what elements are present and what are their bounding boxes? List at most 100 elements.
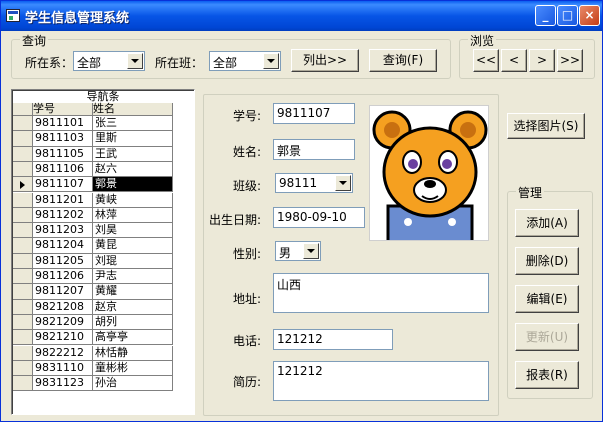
cell-student-id[interactable]: 9811101 xyxy=(33,116,93,132)
table-row[interactable]: 9821209 胡列 xyxy=(13,314,193,331)
cell-student-id[interactable]: 9811207 xyxy=(33,284,93,300)
cell-student-name[interactable]: 童彬彬 xyxy=(93,360,173,377)
cell-student-name[interactable]: 黄昆 xyxy=(93,238,173,254)
table-row[interactable]: 9811203 刘昊 xyxy=(13,223,193,239)
cell-student-name[interactable]: 刘昊 xyxy=(93,223,173,239)
table-row[interactable]: 9811107 郭景 xyxy=(13,177,193,193)
cell-student-name[interactable]: 黄耀 xyxy=(93,284,173,300)
cell-student-id[interactable]: 9811107 xyxy=(33,177,93,193)
table-row[interactable]: 9822212 林恬静 xyxy=(13,345,193,361)
cell-student-id[interactable]: 9811201 xyxy=(33,192,93,208)
row-selector[interactable] xyxy=(13,177,33,193)
update-button[interactable]: 更新(U) xyxy=(515,323,579,351)
cell-student-id[interactable]: 9821209 xyxy=(33,314,93,331)
cell-student-name[interactable]: 赵京 xyxy=(93,299,173,315)
row-selector[interactable] xyxy=(13,192,33,208)
cell-student-id[interactable]: 9811105 xyxy=(33,146,93,162)
select-photo-button[interactable]: 选择图片(S) xyxy=(507,113,585,139)
name-field[interactable]: 郭景 xyxy=(273,139,355,160)
list-button[interactable]: 列出>> xyxy=(291,49,359,72)
row-selector[interactable] xyxy=(13,314,33,331)
query-button[interactable]: 查询(F) xyxy=(369,49,437,72)
cell-student-name[interactable]: 林萍 xyxy=(93,207,173,224)
cell-student-id[interactable]: 9822212 xyxy=(33,345,93,361)
birth-field[interactable]: 1980-09-10 xyxy=(273,207,365,228)
row-selector[interactable] xyxy=(13,116,33,132)
table-row[interactable]: 9811206 尹志 xyxy=(13,269,193,285)
cell-student-id[interactable]: 9831123 xyxy=(33,376,93,392)
cell-student-id[interactable]: 9811203 xyxy=(33,223,93,239)
prev-record-button[interactable]: < xyxy=(501,49,527,72)
cell-student-name[interactable]: 王武 xyxy=(93,146,173,162)
cell-student-id[interactable]: 9821208 xyxy=(33,299,93,315)
table-row[interactable]: 9811105 王武 xyxy=(13,146,193,162)
last-record-button[interactable]: >> xyxy=(557,49,583,72)
row-selector[interactable] xyxy=(13,376,33,392)
cell-student-name[interactable]: 高亭亭 xyxy=(93,330,173,346)
table-row[interactable]: 9811205 刘琨 xyxy=(13,253,193,269)
table-row[interactable]: 9811202 林萍 xyxy=(13,207,193,224)
table-row[interactable]: 9811207 黄耀 xyxy=(13,284,193,300)
row-selector[interactable] xyxy=(13,161,33,178)
cell-student-name[interactable]: 胡列 xyxy=(93,314,173,331)
close-button[interactable]: × xyxy=(579,5,600,26)
cell-student-id[interactable]: 9811206 xyxy=(33,269,93,285)
address-field[interactable]: 山西 xyxy=(273,273,489,313)
cell-student-id[interactable]: 9821210 xyxy=(33,330,93,346)
next-record-button[interactable]: > xyxy=(529,49,555,72)
table-row[interactable]: 9831123 孙治 xyxy=(13,376,193,392)
nav-grid[interactable]: 导航条 学号 姓名 9811101 张三 9811103 里斯 9811105 王武 981… xyxy=(11,89,195,415)
cell-student-name[interactable]: 林恬静 xyxy=(93,345,173,361)
row-selector[interactable] xyxy=(13,146,33,162)
resume-field[interactable]: 121212 xyxy=(273,361,489,401)
table-row[interactable]: 9821208 赵京 xyxy=(13,299,193,315)
chevron-down-icon[interactable] xyxy=(263,53,279,69)
cell-student-name[interactable]: 郭景 xyxy=(93,177,173,193)
row-selector[interactable] xyxy=(13,131,33,147)
grid-header-name[interactable]: 姓名 xyxy=(93,103,173,116)
cell-student-name[interactable]: 尹志 xyxy=(93,269,173,285)
row-selector[interactable] xyxy=(13,284,33,300)
row-selector[interactable] xyxy=(13,299,33,315)
dept-select[interactable]: 全部 xyxy=(73,51,145,71)
title-bar[interactable]: 学生信息管理系统 _ □ × xyxy=(1,1,602,31)
add-button[interactable]: 添加(A) xyxy=(515,209,579,237)
app-icon[interactable] xyxy=(6,9,20,22)
row-selector[interactable] xyxy=(13,223,33,239)
table-row[interactable]: 9811103 里斯 xyxy=(13,131,193,147)
table-row[interactable]: 9811204 黄昆 xyxy=(13,238,193,254)
minimize-button[interactable]: _ xyxy=(535,5,556,26)
cell-student-name[interactable]: 张三 xyxy=(93,116,173,132)
report-button[interactable]: 报表(R) xyxy=(515,361,579,389)
chevron-down-icon[interactable] xyxy=(335,175,351,191)
table-row[interactable]: 9821210 高亭亭 xyxy=(13,330,193,346)
grid-header-id[interactable]: 学号 xyxy=(33,103,93,116)
delete-button[interactable]: 删除(D) xyxy=(515,247,579,275)
first-record-button[interactable]: << xyxy=(473,49,499,72)
row-selector[interactable] xyxy=(13,238,33,254)
cell-student-name[interactable]: 里斯 xyxy=(93,131,173,147)
maximize-button[interactable]: □ xyxy=(557,5,578,26)
class-filter-select[interactable]: 全部 xyxy=(209,51,281,71)
cell-student-id[interactable]: 9811103 xyxy=(33,131,93,147)
table-row[interactable]: 9811101 张三 xyxy=(13,116,193,132)
row-selector[interactable] xyxy=(13,330,33,346)
cell-student-name[interactable]: 孙治 xyxy=(93,376,173,392)
row-selector[interactable] xyxy=(13,253,33,269)
cell-student-name[interactable]: 黄峡 xyxy=(93,192,173,208)
cell-student-id[interactable]: 9831110 xyxy=(33,360,93,377)
chevron-down-icon[interactable] xyxy=(127,53,143,69)
class-select[interactable]: 98111 xyxy=(275,173,353,193)
table-row[interactable]: 9811106 赵六 xyxy=(13,161,193,178)
cell-student-id[interactable]: 9811205 xyxy=(33,253,93,269)
gender-select[interactable]: 男 xyxy=(275,241,321,261)
row-selector[interactable] xyxy=(13,345,33,361)
row-selector[interactable] xyxy=(13,269,33,285)
table-row[interactable]: 9811201 黄峡 xyxy=(13,192,193,208)
row-selector[interactable] xyxy=(13,207,33,224)
cell-student-id[interactable]: 9811202 xyxy=(33,207,93,224)
cell-student-name[interactable]: 刘琨 xyxy=(93,253,173,269)
student-id-field[interactable]: 9811107 xyxy=(273,103,355,124)
phone-field[interactable]: 121212 xyxy=(273,329,393,350)
cell-student-id[interactable]: 9811106 xyxy=(33,161,93,178)
